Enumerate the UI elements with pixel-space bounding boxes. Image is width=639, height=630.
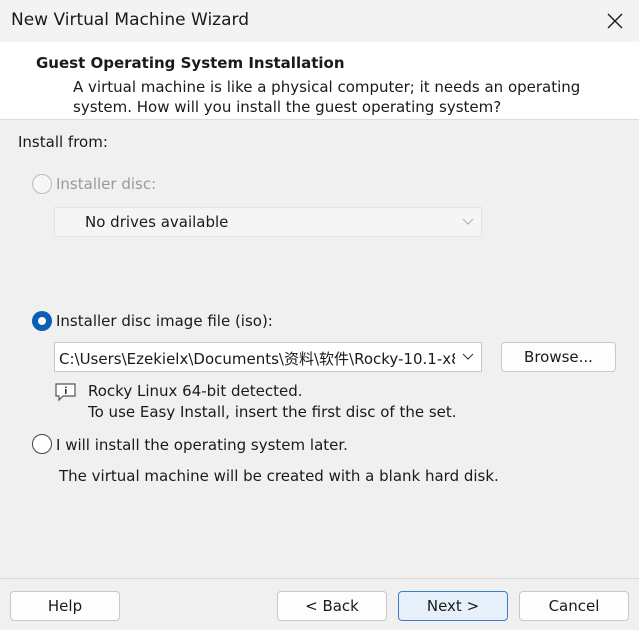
iso-label: Installer disc image file (iso):: [56, 312, 273, 330]
back-button[interactable]: < Back: [277, 591, 387, 621]
installer-disc-label: Installer disc:: [56, 175, 157, 193]
title-bar: New Virtual Machine Wizard: [0, 0, 639, 42]
iso-path-combobox[interactable]: C:\Users\Ezekielx\Documents\资料\软件\Rocky-…: [54, 342, 482, 372]
install-later-note: The virtual machine will be created with…: [59, 467, 499, 485]
next-button[interactable]: Next >: [398, 591, 508, 621]
close-button[interactable]: [594, 0, 636, 42]
page-title: Guest Operating System Installation: [36, 54, 345, 72]
easy-install-hint: To use Easy Install, insert the first di…: [88, 403, 457, 421]
wizard-header: Guest Operating System Installation A vi…: [0, 42, 639, 120]
browse-button[interactable]: Browse...: [501, 342, 616, 372]
installer-disc-radio[interactable]: [32, 174, 52, 194]
info-icon: [55, 383, 76, 402]
footer-divider: [0, 578, 639, 579]
help-button[interactable]: Help: [10, 591, 120, 621]
chevron-down-icon[interactable]: [461, 349, 475, 363]
install-from-label: Install from:: [18, 133, 108, 151]
cancel-button[interactable]: Cancel: [519, 591, 629, 621]
install-later-label: I will install the operating system late…: [56, 436, 348, 454]
iso-radio[interactable]: [32, 311, 52, 331]
page-description: A virtual machine is like a physical com…: [73, 77, 593, 117]
install-later-radio[interactable]: [32, 434, 52, 454]
description-line-2: system. How will you install the guest o…: [73, 98, 502, 116]
description-line-1: A virtual machine is like a physical com…: [73, 78, 581, 96]
detected-os-text: Rocky Linux 64-bit detected.: [88, 382, 303, 400]
chevron-down-icon: [462, 218, 474, 225]
iso-path-value[interactable]: C:\Users\Ezekielx\Documents\资料\软件\Rocky-…: [59, 348, 455, 369]
close-icon: [607, 13, 623, 29]
installer-disc-dropdown[interactable]: No drives available: [54, 207, 482, 237]
installer-disc-dropdown-value: No drives available: [85, 213, 229, 231]
window-title: New Virtual Machine Wizard: [11, 10, 249, 30]
